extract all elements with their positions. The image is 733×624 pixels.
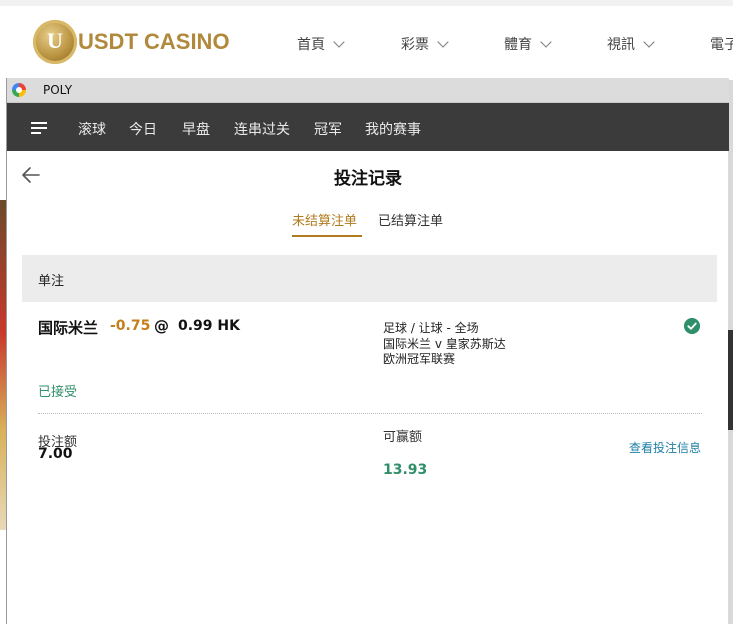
page-title: 投注记录: [334, 169, 402, 189]
potential-win-value: 13.93: [383, 462, 428, 478]
browser-icon: [12, 83, 26, 97]
odds-at-sign: @: [154, 317, 169, 335]
divider: [38, 413, 702, 414]
chevron-down-icon: [540, 36, 552, 48]
bet-handicap: -0.75: [110, 318, 151, 334]
bet-league: 欧洲冠军联赛: [383, 352, 456, 366]
bet-selection: 国际米兰: [38, 319, 99, 337]
bet-odds: 0.99 HK: [178, 318, 240, 334]
tab-my-events[interactable]: 我的赛事: [365, 119, 421, 139]
tab-early[interactable]: 早盘: [182, 119, 210, 139]
bet-type-label: 单注: [38, 274, 65, 289]
tab-unsettled-bets[interactable]: 未结算注单: [292, 210, 357, 229]
site-nav-slots[interactable]: 電子: [710, 34, 733, 54]
view-bet-details-link[interactable]: 查看投注信息: [629, 439, 701, 456]
tab-outright[interactable]: 冠军: [314, 119, 342, 139]
casino-logo-icon[interactable]: U: [33, 20, 77, 64]
stake-value: 7.00: [38, 446, 73, 462]
window-title-bar[interactable]: POLY: [7, 78, 729, 103]
sports-nav-bar: 滚球 今日 早盘 连串过关 冠军 我的赛事: [7, 103, 729, 151]
menu-icon[interactable]: [31, 122, 47, 134]
window-title: POLY: [43, 83, 73, 97]
tab-parlay[interactable]: 连串过关: [234, 119, 290, 139]
site-nav-label: 電子: [710, 37, 733, 53]
site-nav-label: 視訊: [607, 37, 635, 53]
site-nav-home[interactable]: 首頁: [297, 34, 345, 54]
brand-name[interactable]: USDT CASINO: [78, 29, 230, 55]
tab-settled-bets[interactable]: 已结算注单: [378, 210, 443, 229]
site-header: U USDT CASINO 首頁 彩票 體育 視訊 電子: [0, 6, 733, 78]
site-nav-label: 體育: [504, 37, 532, 53]
site-nav-sports[interactable]: 體育: [504, 34, 552, 54]
bet-status: 已接受: [38, 385, 78, 400]
chevron-down-icon: [333, 36, 345, 48]
chevron-down-icon: [437, 36, 449, 48]
chevron-down-icon: [643, 36, 655, 48]
potential-win-label: 可赢额: [383, 430, 423, 445]
check-circle-icon: [684, 318, 700, 334]
active-tab-indicator: [292, 235, 362, 237]
site-nav-label: 彩票: [401, 37, 429, 53]
site-nav-label: 首頁: [297, 37, 325, 53]
tab-in-play[interactable]: 滚球: [78, 119, 106, 139]
background-right-edge-dark: [728, 330, 733, 430]
poly-window: POLY 滚球 今日 早盘 连串过关 冠军 我的赛事 投注记录 未结算注单 已结…: [6, 78, 729, 624]
site-nav-live[interactable]: 視訊: [607, 34, 655, 54]
tab-today[interactable]: 今日: [129, 119, 157, 139]
bet-market: 足球 / 让球 - 全场: [383, 321, 479, 335]
bet-type-header: 单注: [22, 255, 717, 302]
logo-letter: U: [47, 28, 63, 53]
site-nav-lottery[interactable]: 彩票: [401, 34, 449, 54]
